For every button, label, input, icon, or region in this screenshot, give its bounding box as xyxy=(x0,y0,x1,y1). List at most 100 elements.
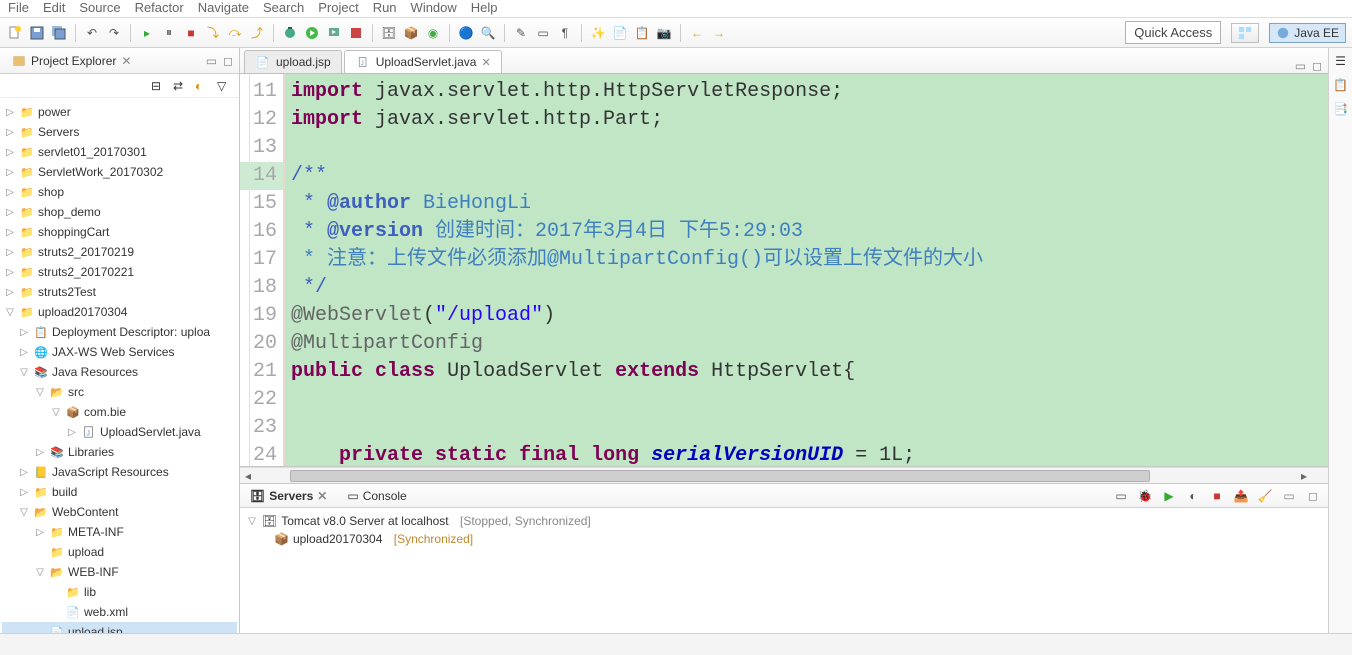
show-whitespace-icon[interactable]: ¶ xyxy=(556,24,574,42)
close-tab-icon[interactable]: ✕ xyxy=(317,489,327,503)
tree-package[interactable]: com.bie xyxy=(84,405,126,419)
profile-server-icon[interactable]: ◐ xyxy=(1184,487,1202,505)
server-name[interactable]: Tomcat v8.0 Server at localhost xyxy=(281,514,448,528)
tree-js-resources[interactable]: JavaScript Resources xyxy=(52,465,169,479)
scrollbar-thumb[interactable] xyxy=(290,470,1150,482)
type-icon[interactable]: ◉ xyxy=(424,24,442,42)
close-tab-icon[interactable]: ✕ xyxy=(481,56,490,69)
undo-icon[interactable]: ↶ xyxy=(83,24,101,42)
tree-build[interactable]: build xyxy=(52,485,77,499)
tree-uploadjsp[interactable]: upload.jsp xyxy=(68,625,123,633)
menu-navigate[interactable]: Navigate xyxy=(198,0,249,15)
perspective-javaee[interactable]: Java EE xyxy=(1269,23,1346,43)
tree-upload-folder[interactable]: upload xyxy=(68,545,104,559)
toggle-block-icon[interactable]: ▭ xyxy=(534,24,552,42)
minimize-panel-icon[interactable]: ▭ xyxy=(1280,487,1298,505)
open-task-icon[interactable]: 📋 xyxy=(633,24,651,42)
task-list-icon[interactable]: 📋 xyxy=(1333,78,1348,92)
maximize-view-icon[interactable]: ◻ xyxy=(223,54,233,68)
tree-libraries[interactable]: Libraries xyxy=(68,445,114,459)
tree-project[interactable]: shoppingCart xyxy=(38,225,109,239)
tree-webinf[interactable]: WEB-INF xyxy=(68,565,119,579)
project-tree[interactable]: ▷📁power ▷📁Servers ▷📁servlet01_20170301 ▷… xyxy=(0,98,239,633)
forward-icon[interactable]: → xyxy=(710,24,728,42)
close-view-icon[interactable]: ✕ xyxy=(121,54,131,68)
run-on-server-icon[interactable] xyxy=(325,24,343,42)
tree-project[interactable]: struts2Test xyxy=(38,285,96,299)
open-perspective-button[interactable] xyxy=(1231,23,1259,43)
project-explorer-tab[interactable]: Project Explorer ✕ xyxy=(6,52,137,70)
save-all-icon[interactable] xyxy=(50,24,68,42)
maximize-editor-icon[interactable]: ◻ xyxy=(1312,59,1322,73)
tree-project[interactable]: power xyxy=(38,105,71,119)
tree-metainf[interactable]: META-INF xyxy=(68,525,124,539)
new-icon[interactable] xyxy=(6,24,24,42)
pause-icon[interactable]: ⏸ xyxy=(160,24,178,42)
twisty-icon[interactable]: ▽ xyxy=(246,516,258,527)
code-editor[interactable]: 11 12 13 14 15 16 17 18 19 20 21 22 23 2… xyxy=(240,74,1328,467)
snippets-icon[interactable]: 📑 xyxy=(1333,102,1348,116)
stop-icon[interactable]: ■ xyxy=(182,24,200,42)
view-menu-icon[interactable]: ▽ xyxy=(217,79,231,93)
back-icon[interactable]: ← xyxy=(688,24,706,42)
tree-webxml[interactable]: web.xml xyxy=(84,605,128,619)
minimize-view-icon[interactable]: ▭ xyxy=(206,54,217,68)
debug-server-icon[interactable]: 🐞 xyxy=(1136,487,1154,505)
menu-window[interactable]: Window xyxy=(411,0,457,15)
outline-icon[interactable]: ☰ xyxy=(1335,54,1346,68)
menu-run[interactable]: Run xyxy=(373,0,397,15)
tree-project-open[interactable]: upload20170304 xyxy=(38,305,127,319)
no-servers-icon[interactable]: ▭ xyxy=(1112,487,1130,505)
ext-tools-icon[interactable] xyxy=(347,24,365,42)
redo-icon[interactable]: ↷ xyxy=(105,24,123,42)
console-tab[interactable]: ▭ Console xyxy=(343,487,410,505)
collapse-all-icon[interactable]: ⊟ xyxy=(151,79,165,93)
servers-tree[interactable]: ▽ 🗄 Tomcat v8.0 Server at localhost [Sto… xyxy=(240,508,1328,633)
horizontal-scrollbar[interactable]: ◂ ▸ xyxy=(240,467,1328,483)
wand-icon[interactable]: ✨ xyxy=(589,24,607,42)
tree-jaxws[interactable]: JAX-WS Web Services xyxy=(52,345,174,359)
open-type-icon[interactable]: 🔵 xyxy=(457,24,475,42)
debug-icon[interactable] xyxy=(281,24,299,42)
resume-icon[interactable]: ▸ xyxy=(138,24,156,42)
step-into-icon[interactable]: ⤵ xyxy=(204,24,222,42)
screenshot-icon[interactable]: 📷 xyxy=(655,24,673,42)
code-content[interactable]: import javax.servlet.http.HttpServletRes… xyxy=(284,74,1328,466)
servers-tab[interactable]: 🗄 Servers ✕ xyxy=(246,487,331,505)
tree-deployment[interactable]: Deployment Descriptor: uploa xyxy=(52,325,210,339)
stop-server-icon[interactable]: ■ xyxy=(1208,487,1226,505)
editor-tab-uploadservlet[interactable]: J UploadServlet.java ✕ xyxy=(344,50,502,73)
menu-search[interactable]: Search xyxy=(263,0,304,15)
tree-project[interactable]: servlet01_20170301 xyxy=(38,145,147,159)
tree-project[interactable]: struts2_20170219 xyxy=(38,245,134,259)
tree-project[interactable]: shop xyxy=(38,185,64,199)
focus-icon[interactable]: ◐ xyxy=(195,79,209,93)
step-return-icon[interactable]: ⤴ xyxy=(248,24,266,42)
toggle-mark-icon[interactable]: ✎ xyxy=(512,24,530,42)
scroll-right-icon[interactable]: ▸ xyxy=(1296,468,1312,484)
start-server-icon[interactable]: ▶ xyxy=(1160,487,1178,505)
editor-tab-uploadjsp[interactable]: 📄 upload.jsp xyxy=(244,50,342,73)
step-over-icon[interactable]: ⤼ xyxy=(226,24,244,42)
tree-lib[interactable]: lib xyxy=(84,585,96,599)
maximize-panel-icon[interactable]: ◻ xyxy=(1304,487,1322,505)
menu-refactor[interactable]: Refactor xyxy=(135,0,184,15)
new-server-icon[interactable]: 🗄 xyxy=(380,24,398,42)
link-editor-icon[interactable]: ⇄ xyxy=(173,79,187,93)
publish-icon[interactable]: 📤 xyxy=(1232,487,1250,505)
new-package-icon[interactable]: 📦 xyxy=(402,24,420,42)
scroll-left-icon[interactable]: ◂ xyxy=(240,468,256,484)
tree-src[interactable]: src xyxy=(68,385,84,399)
menu-help[interactable]: Help xyxy=(471,0,498,15)
menu-edit[interactable]: Edit xyxy=(43,0,65,15)
menu-file[interactable]: File xyxy=(8,0,29,15)
tree-project[interactable]: shop_demo xyxy=(38,205,101,219)
save-icon[interactable] xyxy=(28,24,46,42)
module-name[interactable]: upload20170304 xyxy=(293,532,382,546)
quick-access-field[interactable]: Quick Access xyxy=(1125,21,1221,44)
tree-project[interactable]: Servers xyxy=(38,125,79,139)
new-class-icon[interactable]: 📄 xyxy=(611,24,629,42)
run-icon[interactable] xyxy=(303,24,321,42)
tree-project[interactable]: ServletWork_20170302 xyxy=(38,165,163,179)
clean-icon[interactable]: 🧹 xyxy=(1256,487,1274,505)
